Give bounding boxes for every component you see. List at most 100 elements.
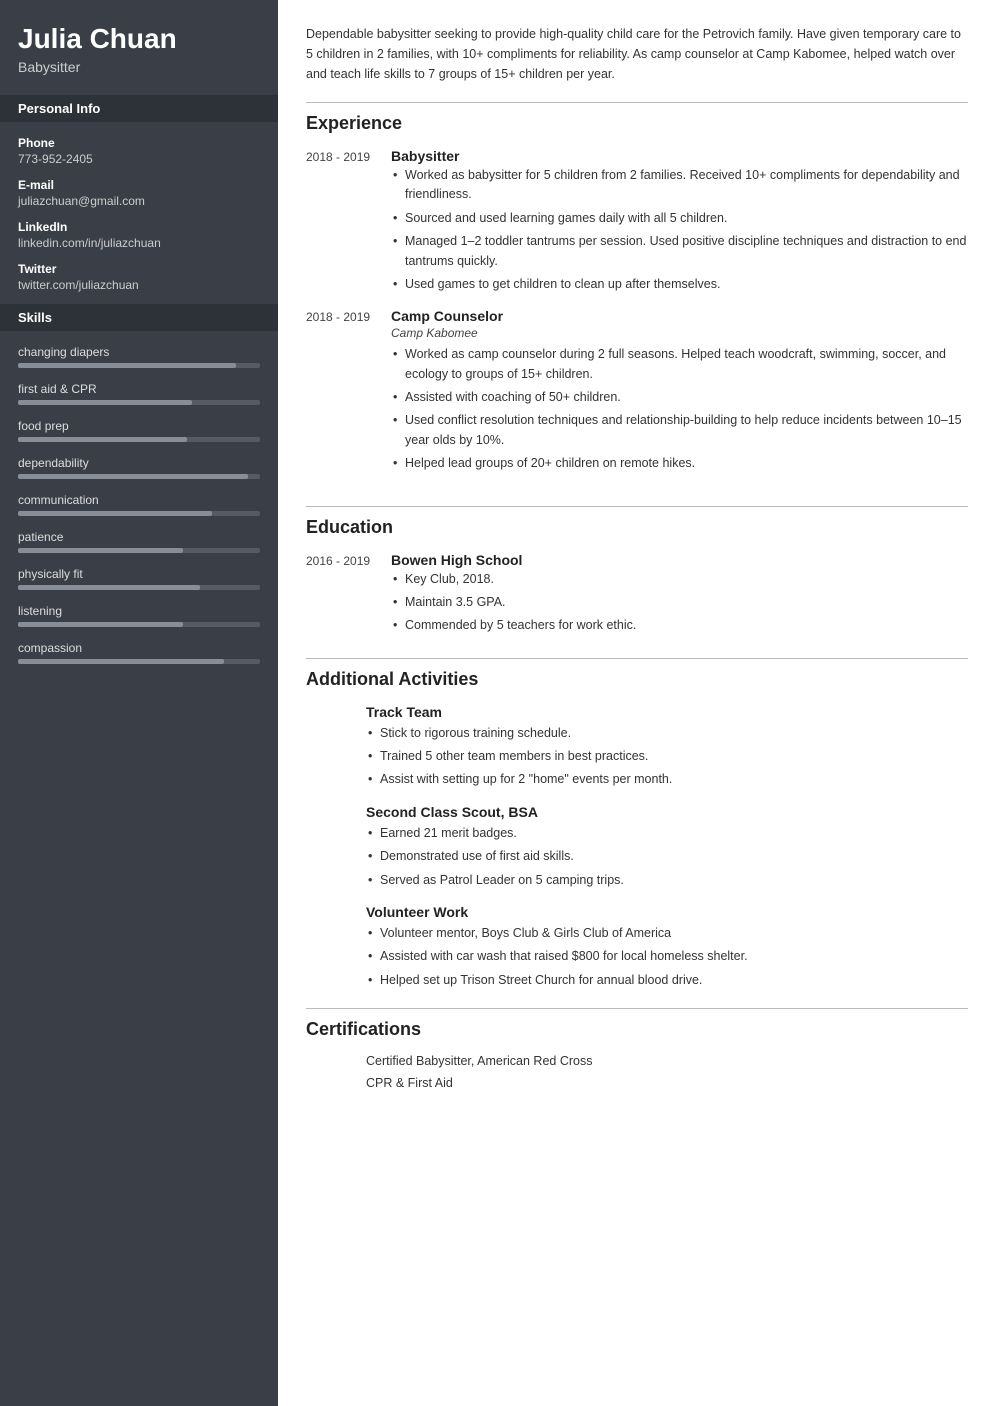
activity-bullet: Demonstrated use of first aid skills. <box>366 847 968 866</box>
email-value: juliazchuan@gmail.com <box>18 194 260 208</box>
twitter-block: Twitter twitter.com/juliazchuan <box>18 262 260 292</box>
certifications-divider <box>306 1008 968 1009</box>
experience-heading: Experience <box>306 113 968 134</box>
exp-company: Camp Kabomee <box>391 326 968 340</box>
skill-bar-bg <box>18 548 260 553</box>
skill-item: communication <box>18 493 260 516</box>
skill-name: physically fit <box>18 567 260 581</box>
skill-bar-fill <box>18 511 212 516</box>
linkedin-label: LinkedIn <box>18 220 260 234</box>
exp-bullet: Worked as babysitter for 5 children from… <box>391 166 968 205</box>
candidate-name: Julia Chuan <box>18 24 260 55</box>
skills-section-title: Skills <box>0 304 278 331</box>
activity-block: Track Team Stick to rigorous training sc… <box>306 704 968 790</box>
education-table: 2016 - 2019 Bowen High School Key Club, … <box>306 552 968 640</box>
activity-bullet: Served as Patrol Leader on 5 camping tri… <box>366 871 968 890</box>
skill-item: physically fit <box>18 567 260 590</box>
skills-list: changing diapers first aid & CPR food pr… <box>18 345 260 664</box>
exp-bullet: Used conflict resolution techniques and … <box>391 411 968 450</box>
exp-bullet: Worked as camp counselor during 2 full s… <box>391 345 968 384</box>
skill-bar-bg <box>18 400 260 405</box>
skill-bar-fill <box>18 548 183 553</box>
experience-table: 2018 - 2019 Babysitter Worked as babysit… <box>306 148 968 488</box>
skill-bar-bg <box>18 363 260 368</box>
email-label: E-mail <box>18 178 260 192</box>
exp-bullet: Used games to get children to clean up a… <box>391 275 968 294</box>
skill-item: listening <box>18 604 260 627</box>
exp-job-title: Babysitter <box>391 148 968 164</box>
exp-bullet: Assisted with coaching of 50+ children. <box>391 388 968 407</box>
skill-name: listening <box>18 604 260 618</box>
activity-bullet: Volunteer mentor, Boys Club & Girls Club… <box>366 924 968 943</box>
skill-bar-bg <box>18 474 260 479</box>
exp-job-title: Camp Counselor <box>391 308 968 324</box>
skill-name: changing diapers <box>18 345 260 359</box>
certifications-heading: Certifications <box>306 1019 968 1040</box>
skill-item: food prep <box>18 419 260 442</box>
activity-bullet: Assisted with car wash that raised $800 … <box>366 947 968 966</box>
edu-content-cell: Bowen High School Key Club, 2018. Maintai… <box>381 552 968 640</box>
activity-title: Track Team <box>366 704 968 720</box>
exp-date: 2018 - 2019 <box>306 148 381 298</box>
exp-content-cell: Camp Counselor Camp Kabomee Worked as ca… <box>381 308 968 477</box>
skill-bar-fill <box>18 659 224 664</box>
activities-list: Track Team Stick to rigorous training sc… <box>306 704 968 990</box>
skill-bar-bg <box>18 659 260 664</box>
skill-bar-fill <box>18 363 236 368</box>
activity-block: Volunteer Work Volunteer mentor, Boys Cl… <box>306 904 968 990</box>
education-divider <box>306 506 968 507</box>
email-block: E-mail juliazchuan@gmail.com <box>18 178 260 208</box>
skill-name: compassion <box>18 641 260 655</box>
exp-content-cell: Babysitter Worked as babysitter for 5 ch… <box>381 148 968 298</box>
skill-bar-fill <box>18 585 200 590</box>
skill-name: communication <box>18 493 260 507</box>
edu-bullet: Commended by 5 teachers for work ethic. <box>391 616 968 635</box>
cert-item: CPR & First Aid <box>366 1076 968 1090</box>
activity-block: Second Class Scout, BSA Earned 21 merit … <box>306 804 968 890</box>
edu-bullet: Maintain 3.5 GPA. <box>391 593 968 612</box>
experience-row: 2018 - 2019 Babysitter Worked as babysit… <box>306 148 968 298</box>
edu-school-name: Bowen High School <box>391 552 968 568</box>
skill-bar-fill <box>18 622 183 627</box>
education-heading: Education <box>306 517 968 538</box>
activity-title: Second Class Scout, BSA <box>366 804 968 820</box>
skill-bar-bg <box>18 437 260 442</box>
exp-date: 2018 - 2019 <box>306 308 381 477</box>
activity-bullet: Earned 21 merit badges. <box>366 824 968 843</box>
skill-name: first aid & CPR <box>18 382 260 396</box>
skill-item: changing diapers <box>18 345 260 368</box>
personal-info-section-title: Personal Info <box>0 95 278 122</box>
phone-value: 773-952-2405 <box>18 152 260 166</box>
activity-bullets-list: Volunteer mentor, Boys Club & Girls Club… <box>366 924 968 990</box>
linkedin-block: LinkedIn linkedin.com/in/juliazchuan <box>18 220 260 250</box>
activity-bullet: Stick to rigorous training schedule. <box>366 724 968 743</box>
activity-bullet: Assist with setting up for 2 "home" even… <box>366 770 968 789</box>
twitter-label: Twitter <box>18 262 260 276</box>
skill-bar-fill <box>18 474 248 479</box>
education-row: 2016 - 2019 Bowen High School Key Club, … <box>306 552 968 640</box>
skill-bar-fill <box>18 437 187 442</box>
phone-block: Phone 773-952-2405 <box>18 136 260 166</box>
activity-bullets-list: Stick to rigorous training schedule.Trai… <box>366 724 968 790</box>
skill-bar-fill <box>18 400 192 405</box>
candidate-title: Babysitter <box>18 59 260 75</box>
exp-bullet: Helped lead groups of 20+ children on re… <box>391 454 968 473</box>
additional-activities-heading: Additional Activities <box>306 669 968 690</box>
cert-item: Certified Babysitter, American Red Cross <box>366 1054 968 1068</box>
skill-item: first aid & CPR <box>18 382 260 405</box>
experience-divider <box>306 102 968 103</box>
skill-bar-bg <box>18 622 260 627</box>
skill-bar-bg <box>18 585 260 590</box>
edu-bullet: Key Club, 2018. <box>391 570 968 589</box>
twitter-value: twitter.com/juliazchuan <box>18 278 260 292</box>
skill-name: dependability <box>18 456 260 470</box>
summary-text: Dependable babysitter seeking to provide… <box>306 24 968 84</box>
exp-bullet: Sourced and used learning games daily wi… <box>391 209 968 228</box>
skill-name: patience <box>18 530 260 544</box>
activities-divider <box>306 658 968 659</box>
exp-bullets-list: Worked as camp counselor during 2 full s… <box>391 345 968 473</box>
skill-bar-bg <box>18 511 260 516</box>
exp-bullets-list: Worked as babysitter for 5 children from… <box>391 166 968 294</box>
skill-name: food prep <box>18 419 260 433</box>
certifications-list: Certified Babysitter, American Red Cross… <box>306 1054 968 1090</box>
